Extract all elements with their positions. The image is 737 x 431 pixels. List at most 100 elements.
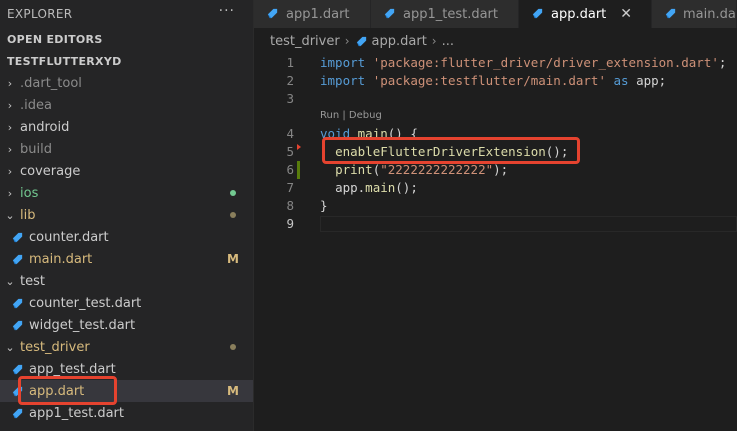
code-text: app; (628, 73, 667, 88)
code-line: 7 app.main(); (254, 179, 737, 197)
codelens-run-debug[interactable]: Run | Debug (320, 110, 382, 121)
chevron-right-icon: › (7, 186, 13, 200)
tree-item-label: main.dart (29, 251, 93, 267)
chevron-down-icon: ⌄ (5, 208, 15, 222)
tree-item-label: build (20, 141, 52, 157)
tab-app1_test-dart[interactable]: app1_test.dart (371, 0, 519, 28)
tree-item-label: counter.dart (29, 229, 109, 245)
tree-file[interactable]: widget_test.dart (0, 314, 253, 336)
tree-item-label: test (20, 273, 45, 289)
tree-folder[interactable]: ⌄ lib (0, 204, 253, 226)
tree-folder[interactable]: › build (0, 138, 253, 160)
tree-item-label: widget_test.dart (29, 317, 136, 333)
code-text: } (320, 198, 328, 213)
tree-folder[interactable]: › .idea (0, 94, 253, 116)
code-text: ; (718, 55, 727, 70)
code-text: app. (335, 180, 366, 195)
tab-app-dart[interactable]: app.dart ✕ (519, 0, 652, 28)
line-number: 2 (286, 73, 294, 88)
tree-file[interactable]: main.dart M (0, 248, 253, 270)
function-name: main (365, 180, 396, 195)
breadcrumb-file[interactable]: app.dart (372, 34, 427, 49)
chevron-down-icon: ⌄ (5, 340, 15, 354)
function-name: print (335, 162, 373, 177)
tab-label: app1_test.dart (403, 6, 498, 22)
line-number: 9 (286, 216, 294, 231)
chevron-right-icon: › (7, 164, 13, 178)
line-number: 3 (286, 91, 294, 106)
dart-file-icon (664, 7, 677, 21)
line-number: 6 (286, 162, 294, 177)
git-status-dot (230, 190, 236, 196)
line-number: 8 (286, 198, 294, 213)
tab-label: app1.dart (286, 6, 350, 22)
tree-folder[interactable]: ⌄ test (0, 270, 253, 292)
tree-file[interactable]: counter.dart (0, 226, 253, 248)
tree-folder[interactable]: ⌄ test_driver (0, 336, 253, 358)
tab-label: main.dart (683, 6, 737, 22)
chevron-right-icon: › (7, 142, 13, 156)
chevron-down-icon: ⌄ (5, 274, 15, 288)
tree-item-label: lib (20, 207, 36, 223)
dart-file-icon (10, 362, 24, 376)
line-number: 5 (286, 144, 294, 159)
open-editors-section[interactable]: OPEN EDITORS (0, 28, 253, 50)
string-literal: "2222222222222" (380, 162, 494, 177)
file-tree: › .dart_tool › .idea › android › build › coverage… (0, 72, 253, 424)
git-modified-badge: M (227, 252, 239, 266)
close-icon[interactable]: ✕ (620, 6, 632, 22)
chevron-right-icon: › (7, 120, 13, 134)
tree-item-label: counter_test.dart (29, 295, 142, 311)
keyword: as (613, 73, 629, 88)
tree-folder[interactable]: › .dart_tool (0, 72, 253, 94)
chevron-right-icon: › (7, 76, 13, 90)
chevron-right-icon: › (431, 34, 437, 48)
dart-file-icon (266, 7, 280, 21)
breadcrumb-more[interactable]: ... (442, 34, 454, 49)
tree-folder[interactable]: › coverage (0, 160, 253, 182)
explorer-sidebar: EXPLORER ··· OPEN EDITORS TESTFLUTTERXYD… (0, 0, 254, 431)
string-literal: 'package:testflutter/main.dart' (372, 73, 606, 88)
tree-folder[interactable]: › android (0, 116, 253, 138)
breadcrumb-folder[interactable]: test_driver (270, 34, 340, 49)
dart-file-icon (355, 35, 368, 48)
tree-item-label: android (20, 119, 70, 135)
code-editor[interactable]: 1 import 'package:flutter_driver/driver_… (254, 54, 737, 431)
code-line: 1 import 'package:flutter_driver/driver_… (254, 54, 737, 72)
tab-app1-dart[interactable]: app1.dart (254, 0, 371, 28)
tree-file[interactable]: counter_test.dart (0, 292, 253, 314)
explorer-header: EXPLORER ··· (0, 0, 253, 28)
dart-file-icon (10, 406, 24, 420)
code-text: (); (395, 180, 418, 195)
tree-item-label: ios (20, 185, 39, 201)
tree-folder[interactable]: › ios (0, 182, 253, 204)
tree-file[interactable]: app1_test.dart (0, 402, 253, 424)
tree-item-label: coverage (20, 163, 81, 179)
dart-file-icon (531, 7, 545, 21)
highlight-annotation-box (18, 376, 117, 405)
dart-file-icon (10, 296, 24, 310)
breadcrumb: test_driver › app.dart › ... (254, 28, 737, 54)
more-actions-icon[interactable]: ··· (219, 3, 235, 19)
line-number: 7 (286, 180, 294, 195)
chevron-right-icon: › (344, 34, 350, 48)
project-section[interactable]: TESTFLUTTERXYD (0, 50, 253, 72)
tree-item-label: app1_test.dart (29, 405, 124, 421)
dart-file-icon (10, 318, 24, 332)
tree-item-label: .idea (20, 97, 52, 113)
code-line: 8 } (254, 197, 737, 215)
tab-main-dart[interactable]: main.dart (652, 0, 737, 28)
code-line: 2 import 'package:testflutter/main.dart'… (254, 72, 737, 90)
tree-item-label: .dart_tool (20, 75, 82, 91)
string-literal: 'package:flutter_driver/driver_extension… (372, 55, 719, 70)
git-status-dot (230, 344, 236, 350)
tree-item-label: app_test.dart (29, 361, 116, 377)
code-text: ); (493, 162, 509, 177)
git-modified-badge: M (227, 384, 239, 398)
code-line: 3 (254, 90, 737, 108)
line-number: 1 (286, 55, 294, 70)
dart-file-icon (383, 7, 397, 21)
keyword: import (320, 73, 366, 88)
git-status-dot (230, 212, 236, 218)
code-line: 9 (254, 215, 737, 233)
